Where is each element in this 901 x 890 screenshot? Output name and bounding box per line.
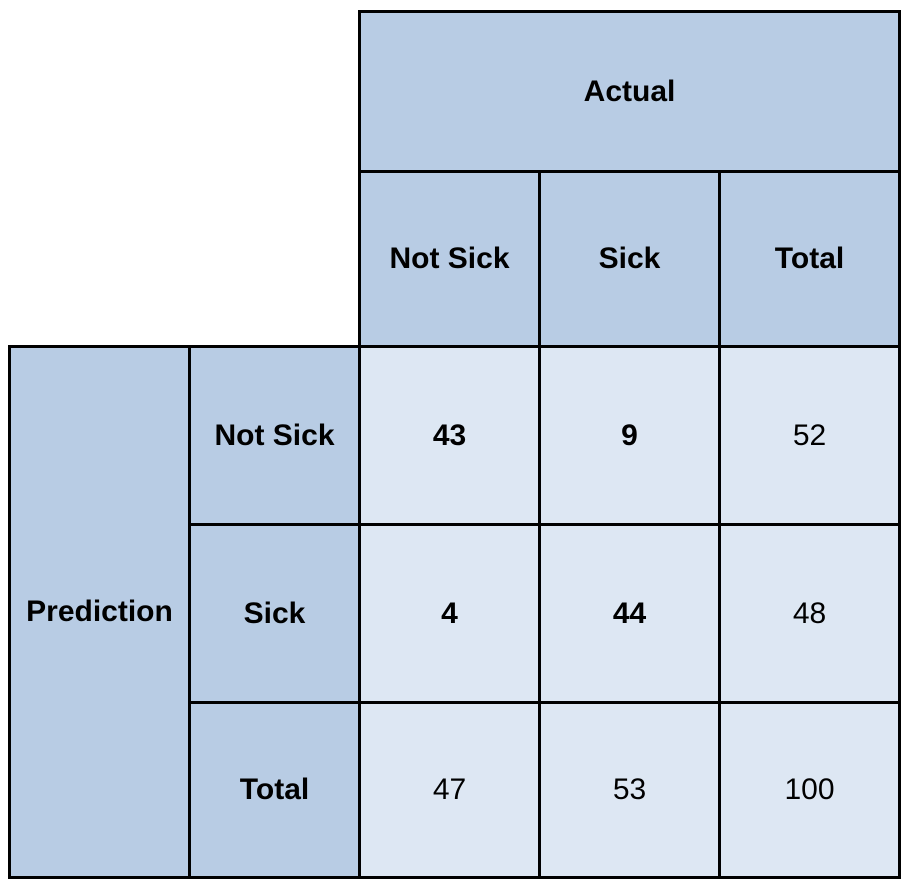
cell-pred-notsick-total: 52 xyxy=(720,347,900,525)
row-header-sick: Sick xyxy=(190,525,360,703)
blank-top-left xyxy=(10,12,360,347)
confusion-matrix-wrapper: Actual Not Sick Sick Total Prediction No… xyxy=(0,0,901,890)
row-header-prediction: Prediction xyxy=(10,347,190,878)
cell-pred-sick-total: 48 xyxy=(720,525,900,703)
cell-grand-total: 100 xyxy=(720,703,900,878)
cell-pred-notsick-act-notsick: 43 xyxy=(360,347,540,525)
col-header-total: Total xyxy=(720,172,900,347)
row-header-total: Total xyxy=(190,703,360,878)
cell-pred-sick-act-sick: 44 xyxy=(540,525,720,703)
header-actual: Actual xyxy=(360,12,900,172)
cell-total-act-notsick: 47 xyxy=(360,703,540,878)
cell-pred-notsick-act-sick: 9 xyxy=(540,347,720,525)
cell-total-act-sick: 53 xyxy=(540,703,720,878)
row-header-not-sick: Not Sick xyxy=(190,347,360,525)
confusion-matrix-table: Actual Not Sick Sick Total Prediction No… xyxy=(8,10,901,879)
cell-pred-sick-act-notsick: 4 xyxy=(360,525,540,703)
col-header-not-sick: Not Sick xyxy=(360,172,540,347)
col-header-sick: Sick xyxy=(540,172,720,347)
